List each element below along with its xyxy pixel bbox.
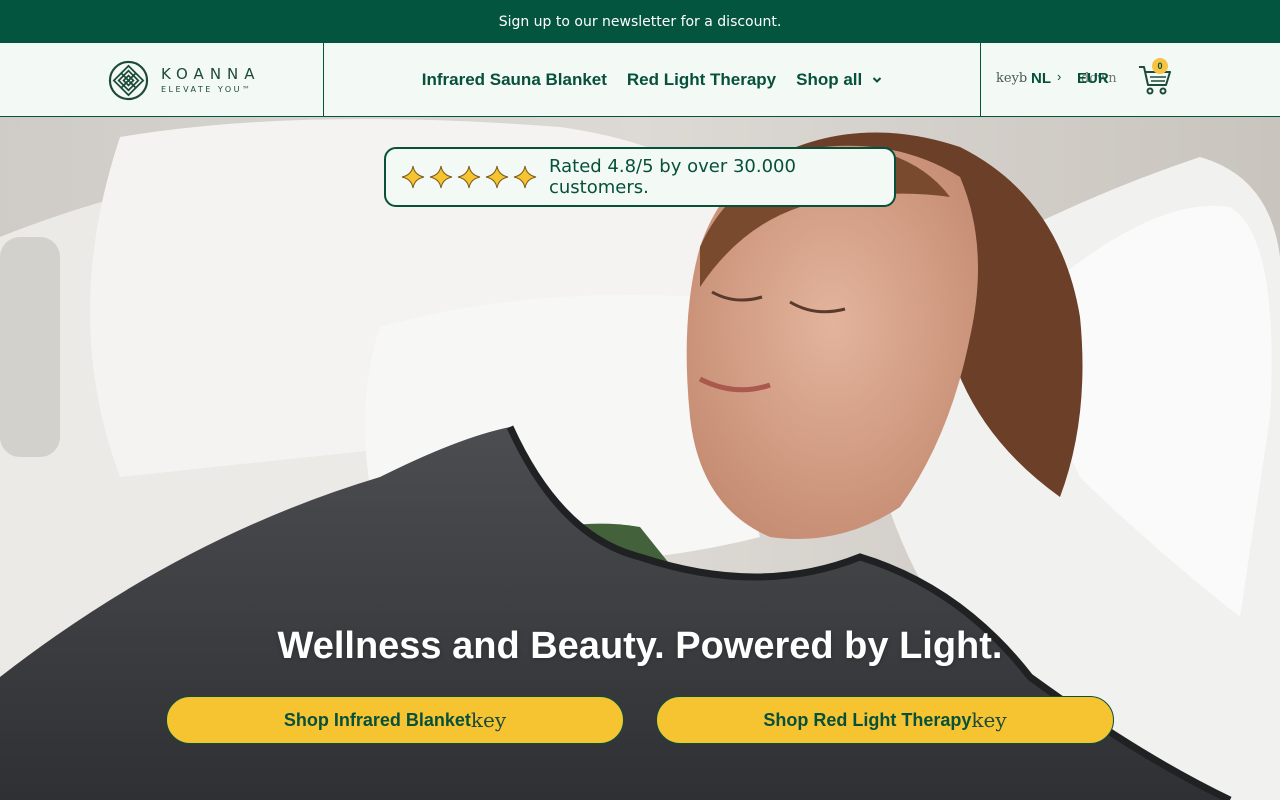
button-label: Shop Infrared Blanket xyxy=(283,709,471,730)
nav-label: Red Light Therapy xyxy=(626,69,777,89)
broken-icon-text: keyb xyxy=(996,71,1028,86)
nav-shop-all[interactable]: Shop all xyxy=(796,70,882,90)
star-rating xyxy=(401,165,537,189)
hero-headline: Wellness and Beauty. Powered by Light. xyxy=(277,625,1003,667)
button-label: Shop Red Light Therapy xyxy=(763,709,972,730)
shop-red-light-therapy-button[interactable]: Shop Red Light Therapy key xyxy=(656,696,1114,744)
hero-banner: Rated 4.8/5 by over 30.000 customers. We… xyxy=(0,117,1280,800)
brand-logo[interactable]: KOANNA ELEVATE YOU™ xyxy=(108,59,288,101)
nav-label: Shop all xyxy=(796,69,863,89)
site-header: KOANNA ELEVATE YOU™ Infrared Sauna Blank… xyxy=(0,43,1280,117)
brand-wordmark: KOANNA ELEVATE YOU™ xyxy=(161,65,261,96)
chevron-down-icon xyxy=(873,76,882,83)
nav-label: Infrared Sauna Blanket xyxy=(421,69,607,89)
announcement-bar[interactable]: Sign up to our newsletter for a discount… xyxy=(0,0,1280,43)
nav-red-light-therapy[interactable]: Red Light Therapy xyxy=(627,70,776,90)
broken-icon-text: key xyxy=(971,708,1007,732)
rating-badge: Rated 4.8/5 by over 30.000 customers. xyxy=(384,147,896,207)
broken-icon-text: key xyxy=(470,708,507,732)
currency-selector[interactable]: EUR xyxy=(1077,70,1109,87)
rating-text: Rated 4.8/5 by over 30.000 customers. xyxy=(549,156,796,198)
chevron-right-icon[interactable]: › xyxy=(1057,69,1061,84)
shop-infrared-blanket-button[interactable]: Shop Infrared Blanket key xyxy=(166,696,624,744)
sparkle-star-icon xyxy=(429,165,453,189)
cart-count-badge: 0 xyxy=(1152,58,1168,74)
brand-name: KOANNA xyxy=(161,64,261,83)
sparkle-star-icon xyxy=(401,165,425,189)
announcement-text[interactable]: Sign up to our newsletter for a discount… xyxy=(499,14,782,30)
sparkle-star-icon xyxy=(513,165,537,189)
nav-infrared-sauna-blanket[interactable]: Infrared Sauna Blanket xyxy=(422,70,607,90)
lattice-logo-icon xyxy=(108,60,149,100)
brand-tagline: ELEVATE YOU™ xyxy=(161,84,253,94)
header-tools: keyb NL › down EUR 0 xyxy=(981,43,1280,116)
main-nav: Infrared Sauna Blanket Red Light Therapy… xyxy=(324,43,980,116)
sparkle-star-icon xyxy=(485,165,509,189)
language-selector[interactable]: NL xyxy=(1031,70,1051,87)
sparkle-star-icon xyxy=(457,165,481,189)
